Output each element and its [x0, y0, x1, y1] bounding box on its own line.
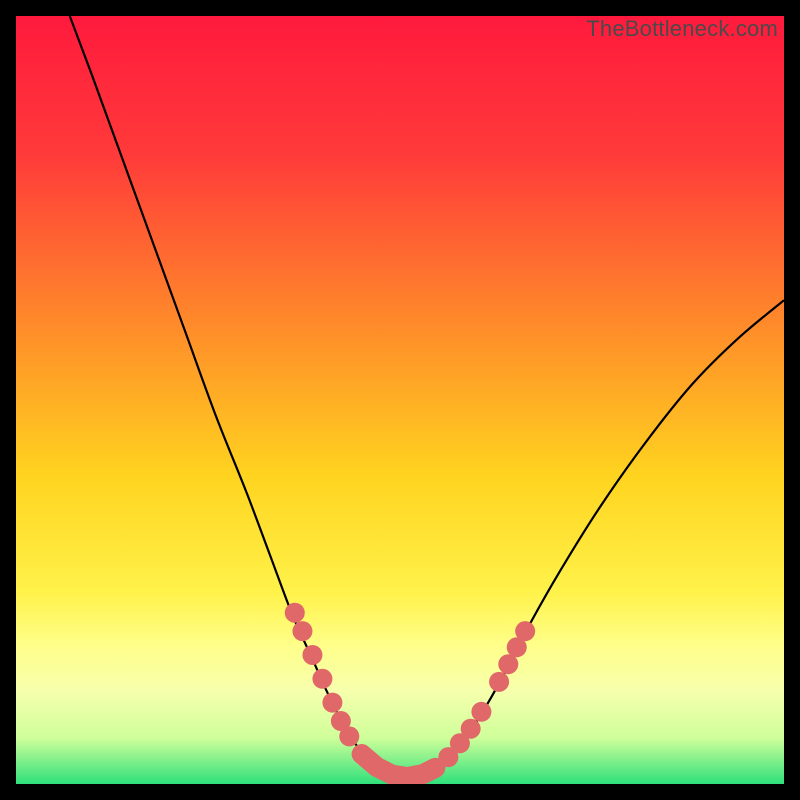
marker-dot [515, 621, 535, 641]
marker-dot [471, 702, 491, 722]
plot-area: TheBottleneck.com [16, 16, 784, 784]
marker-dot [292, 621, 312, 641]
marker-dot [461, 719, 481, 739]
marker-dot [322, 693, 342, 713]
bottleneck-chart [16, 16, 784, 784]
marker-dot [312, 669, 332, 689]
marker-dot [302, 645, 322, 665]
chart-frame: TheBottleneck.com [0, 0, 800, 800]
marker-dot [489, 672, 509, 692]
watermark-label: TheBottleneck.com [586, 16, 778, 42]
gradient-background [16, 16, 784, 784]
marker-dot [339, 726, 359, 746]
marker-dot [285, 603, 305, 623]
